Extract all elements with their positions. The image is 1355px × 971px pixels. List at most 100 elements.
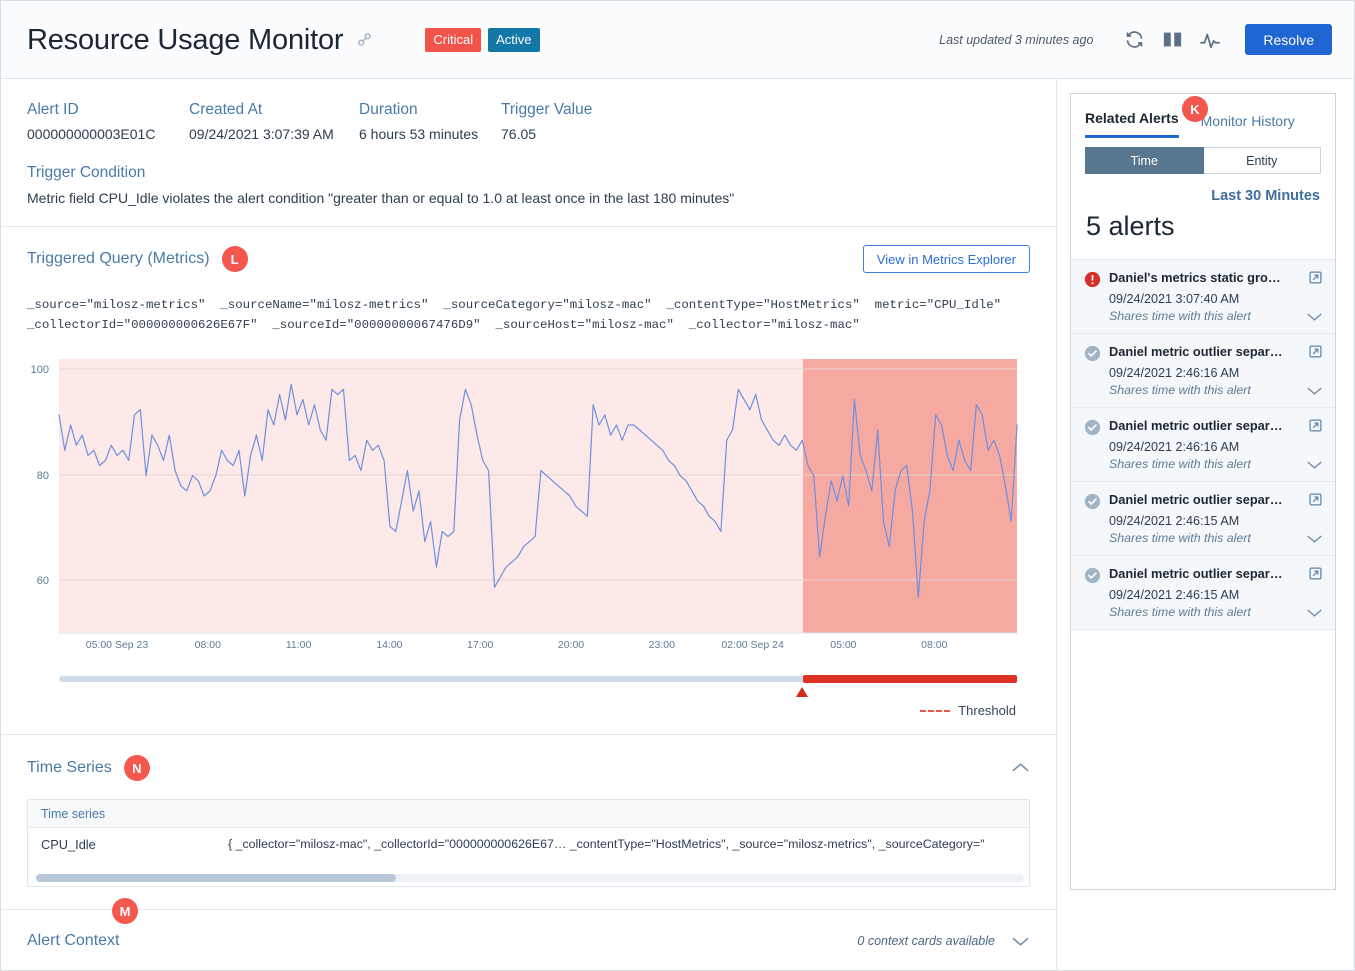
- trigger-condition: Trigger Condition Metric field CPU_Idle …: [27, 164, 1030, 206]
- alert-count: 5 alerts: [1071, 204, 1335, 242]
- chevron-down-icon[interactable]: [1011, 935, 1030, 947]
- link-icon[interactable]: [356, 31, 373, 48]
- alert-resolved-icon: [1084, 345, 1101, 362]
- slider-breach-range[interactable]: [803, 675, 1017, 683]
- slider-handle[interactable]: [796, 687, 808, 697]
- page-header: Resource Usage Monitor Critical Active L…: [1, 1, 1354, 79]
- open-in-new-tab-icon[interactable]: [1308, 418, 1323, 433]
- segment-time[interactable]: Time: [1085, 147, 1204, 174]
- alert-item-timestamp: 09/24/2021 2:46:16 AM: [1109, 440, 1323, 454]
- alert-item-relation: Shares time with this alert: [1109, 457, 1251, 471]
- section-title-triggered-query: Triggered Query (Metrics): [27, 250, 210, 268]
- alert-item-name: Daniel metric outlier separate t…: [1109, 566, 1287, 581]
- grouping-segmented-control: Time Entity: [1085, 147, 1321, 174]
- y-tick-60: 60: [37, 575, 49, 587]
- alert-resolved-icon: [1084, 419, 1101, 436]
- query-text: _source="milosz-metrics" _sourceName="mi…: [27, 295, 1030, 335]
- metrics-chart[interactable]: 100 80 60 05:00 Sep 2308:0011:0014:0017:…: [1, 351, 1056, 661]
- marker-badge-l: L: [222, 246, 248, 272]
- alert-item-title-row: Daniel metric outlier separate t…: [1084, 344, 1323, 362]
- marker-badge-k: K: [1182, 96, 1208, 122]
- related-alert-item[interactable]: Daniel metric outlier separate t… 09/24/2…: [1071, 481, 1335, 555]
- alert-item-title-row: Daniel's metrics static group test: [1084, 270, 1323, 288]
- alert-item-timestamp: 09/24/2021 2:46:16 AM: [1109, 366, 1323, 380]
- chart-canvas[interactable]: 100 80 60 05:00 Sep 2308:0011:0014:0017:…: [1, 351, 1056, 651]
- table-row[interactable]: CPU_Idle { _collector="milosz-mac", _col…: [28, 828, 1029, 860]
- alert-item-name: Daniel metric outlier separate t…: [1109, 492, 1287, 507]
- chevron-down-icon[interactable]: [1306, 459, 1323, 470]
- view-in-metrics-explorer-button[interactable]: View in Metrics Explorer: [863, 245, 1030, 273]
- open-in-new-tab-icon[interactable]: [1308, 344, 1323, 359]
- title-group: Resource Usage Monitor Critical Active: [27, 23, 540, 57]
- x-tick-8: 05:00: [830, 639, 856, 651]
- alert-item-name: Daniel metric outlier separate t…: [1109, 418, 1287, 433]
- field-alert-id: Alert ID 000000000003E01C: [27, 101, 189, 142]
- segment-entity[interactable]: Entity: [1204, 147, 1322, 174]
- last-updated-text: Last updated 3 minutes ago: [939, 33, 1093, 47]
- field-duration: Duration 6 hours 53 minutes: [359, 101, 501, 142]
- table-header-row: Time series: [28, 800, 1029, 828]
- x-tick-6: 23:00: [649, 639, 675, 651]
- related-alerts-card: Related Alerts Monitor History K Time En…: [1070, 93, 1336, 890]
- open-in-new-tab-icon[interactable]: [1308, 270, 1323, 285]
- cell-dimensions: { _collector="milosz-mac", _collectorId=…: [228, 837, 985, 851]
- related-alert-item[interactable]: Daniel metric outlier separate t… 09/24/2…: [1071, 407, 1335, 481]
- alert-context-section: Alert Context 0 context cards available: [1, 910, 1056, 950]
- status-badge-severity: Critical: [425, 28, 481, 52]
- field-value: 76.05: [501, 126, 592, 142]
- open-in-new-tab-icon[interactable]: [1308, 566, 1323, 581]
- context-cards-count: 0 context cards available: [857, 934, 995, 948]
- related-alerts-list: Daniel's metrics static group test 09/24/…: [1071, 259, 1335, 630]
- x-tick-2: 11:00: [286, 639, 312, 651]
- field-value: 000000000003E01C: [27, 126, 189, 142]
- alert-item-name: Daniel's metrics static group test: [1109, 270, 1287, 285]
- alert-item-relation: Shares time with this alert: [1109, 531, 1251, 545]
- alert-context-meta: 0 context cards available: [857, 934, 1030, 948]
- column-header-time-series: Time series: [41, 807, 105, 821]
- alert-item-relation-row: Shares time with this alert: [1084, 457, 1323, 471]
- alert-item-relation-row: Shares time with this alert: [1084, 531, 1323, 545]
- chevron-down-icon[interactable]: [1306, 533, 1323, 544]
- alert-item-relation-row: Shares time with this alert: [1084, 309, 1323, 323]
- alert-item-relation: Shares time with this alert: [1109, 383, 1251, 397]
- alert-item-title-row: Daniel metric outlier separate t…: [1084, 492, 1323, 510]
- tab-monitor-history[interactable]: Monitor History: [1201, 113, 1295, 138]
- pulse-icon[interactable]: [1191, 21, 1229, 59]
- field-created-at: Created At 09/24/2021 3:07:39 AM: [189, 101, 359, 142]
- y-tick-80: 80: [37, 470, 49, 482]
- x-tick-0: 05:00 Sep 23: [86, 639, 149, 651]
- time-series-table[interactable]: Time series CPU_Idle { _collector="milos…: [27, 799, 1030, 887]
- trigger-condition-label: Trigger Condition: [27, 164, 1030, 182]
- table-horizontal-scrollbar[interactable]: [36, 874, 1024, 882]
- related-alert-item[interactable]: Daniel's metrics static group test09/24/…: [1071, 259, 1335, 333]
- alert-item-title-row: Daniel metric outlier separate t…: [1084, 566, 1323, 584]
- playbook-icon[interactable]: [1153, 21, 1191, 59]
- related-alert-item[interactable]: Daniel metric outlier separate t…09/24/2…: [1071, 555, 1335, 630]
- time-range-label: Last 30 Minutes: [1071, 174, 1335, 204]
- resolve-button[interactable]: Resolve: [1245, 24, 1332, 55]
- legend-label-threshold: Threshold: [958, 703, 1016, 718]
- x-tick-4: 17:00: [467, 639, 493, 651]
- marker-badge-m: M: [112, 898, 138, 924]
- alert-item-relation: Shares time with this alert: [1109, 605, 1251, 619]
- chevron-down-icon[interactable]: [1306, 607, 1323, 618]
- chart-time-range-slider[interactable]: [1, 663, 1056, 697]
- alert-item-name: Daniel metric outlier separate t…: [1109, 344, 1287, 359]
- related-alert-item[interactable]: Daniel metric outlier separate t… 09/24/2…: [1071, 333, 1335, 407]
- alert-item-timestamp: 09/24/2021 2:46:15 AM: [1109, 514, 1323, 528]
- scrollbar-thumb[interactable]: [36, 874, 396, 882]
- sidebar-tabs: Related Alerts Monitor History K: [1071, 94, 1335, 138]
- alert-item-relation-row: Shares time with this alert: [1084, 383, 1323, 397]
- chevron-down-icon[interactable]: [1306, 311, 1323, 322]
- refresh-icon[interactable]: [1115, 21, 1153, 59]
- open-in-new-tab-icon[interactable]: [1308, 492, 1323, 507]
- chevron-up-icon[interactable]: [1011, 762, 1030, 774]
- chevron-down-icon[interactable]: [1306, 385, 1323, 396]
- alert-item-relation-row: Shares time with this alert: [1084, 605, 1323, 619]
- field-value: 6 hours 53 minutes: [359, 126, 501, 142]
- alert-item-relation: Shares time with this alert: [1109, 309, 1251, 323]
- triggered-query-header: Triggered Query (Metrics) L View in Metr…: [27, 245, 1030, 273]
- alert-item-title-row: Daniel metric outlier separate t…: [1084, 418, 1323, 436]
- tab-related-alerts[interactable]: Related Alerts: [1085, 110, 1179, 138]
- alert-field-grid: Alert ID 000000000003E01C Created At 09/…: [27, 101, 1030, 142]
